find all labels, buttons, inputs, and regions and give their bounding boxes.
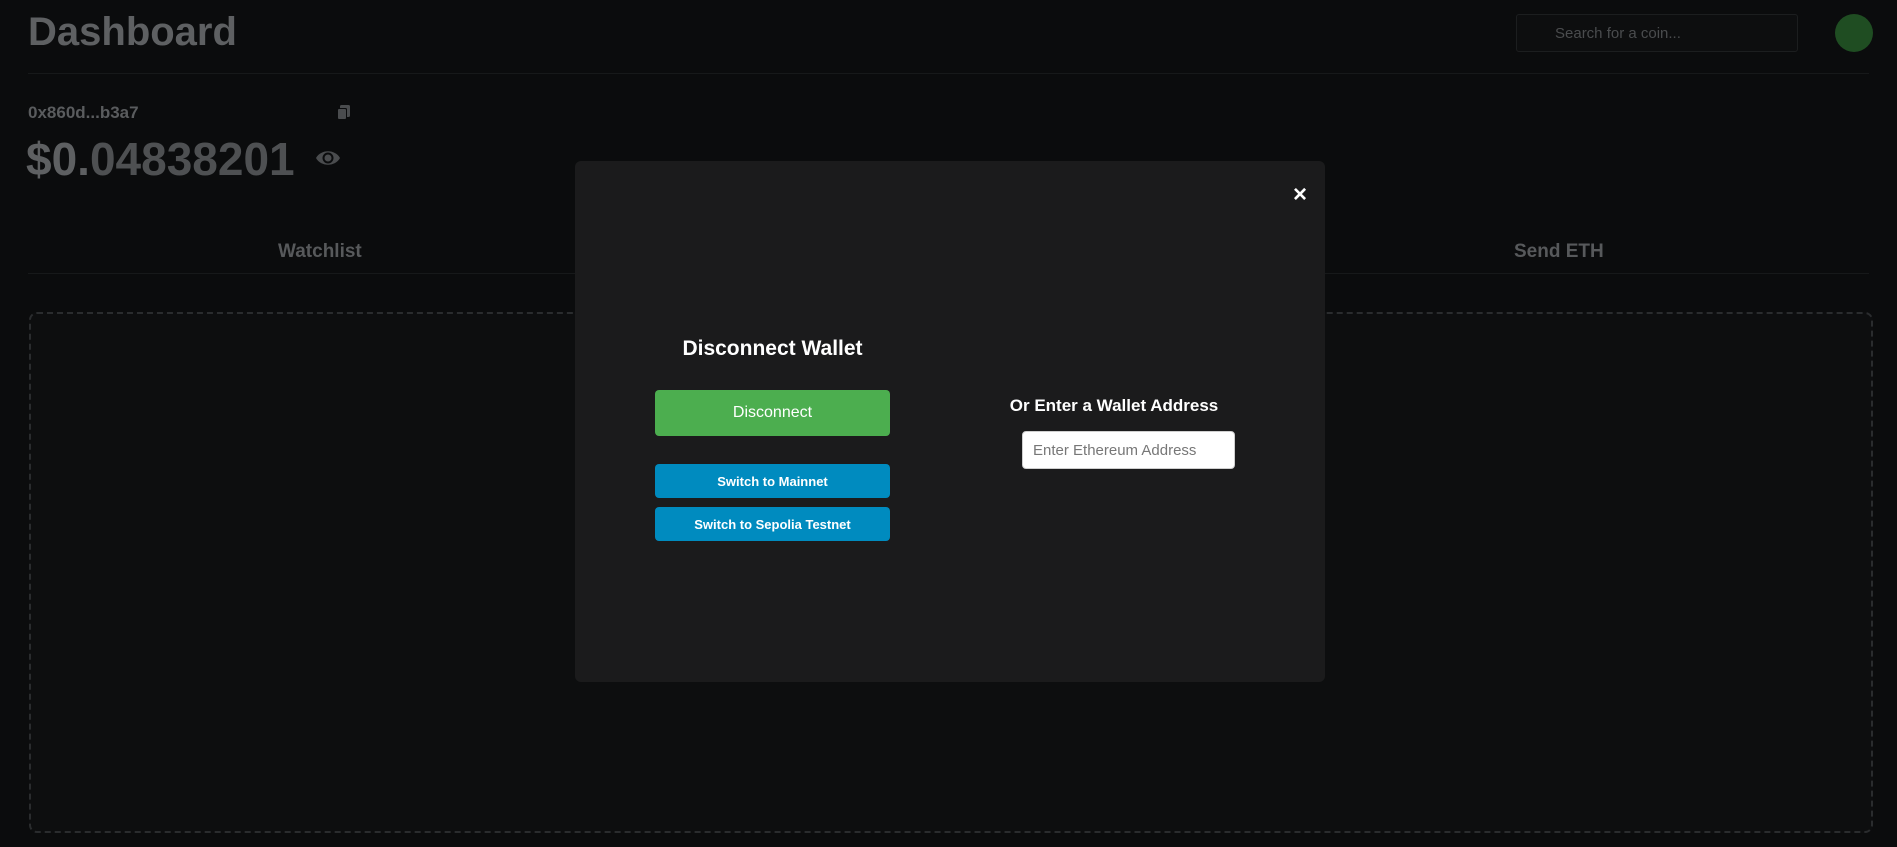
wallet-modal: × Disconnect Wallet Disconnect Switch to… — [575, 161, 1325, 682]
address-heading: Or Enter a Wallet Address — [1009, 396, 1219, 415]
ethereum-address-input[interactable] — [1022, 431, 1235, 469]
close-icon[interactable]: × — [1288, 181, 1312, 209]
switch-mainnet-button[interactable]: Switch to Mainnet — [655, 464, 890, 498]
switch-sepolia-button[interactable]: Switch to Sepolia Testnet — [655, 507, 890, 541]
modal-title: Disconnect Wallet — [682, 337, 863, 360]
dashboard-page: Dashboard 0x860d...b3a7 $0.04838201 Watc… — [0, 0, 1897, 847]
disconnect-button[interactable]: Disconnect — [655, 390, 890, 436]
